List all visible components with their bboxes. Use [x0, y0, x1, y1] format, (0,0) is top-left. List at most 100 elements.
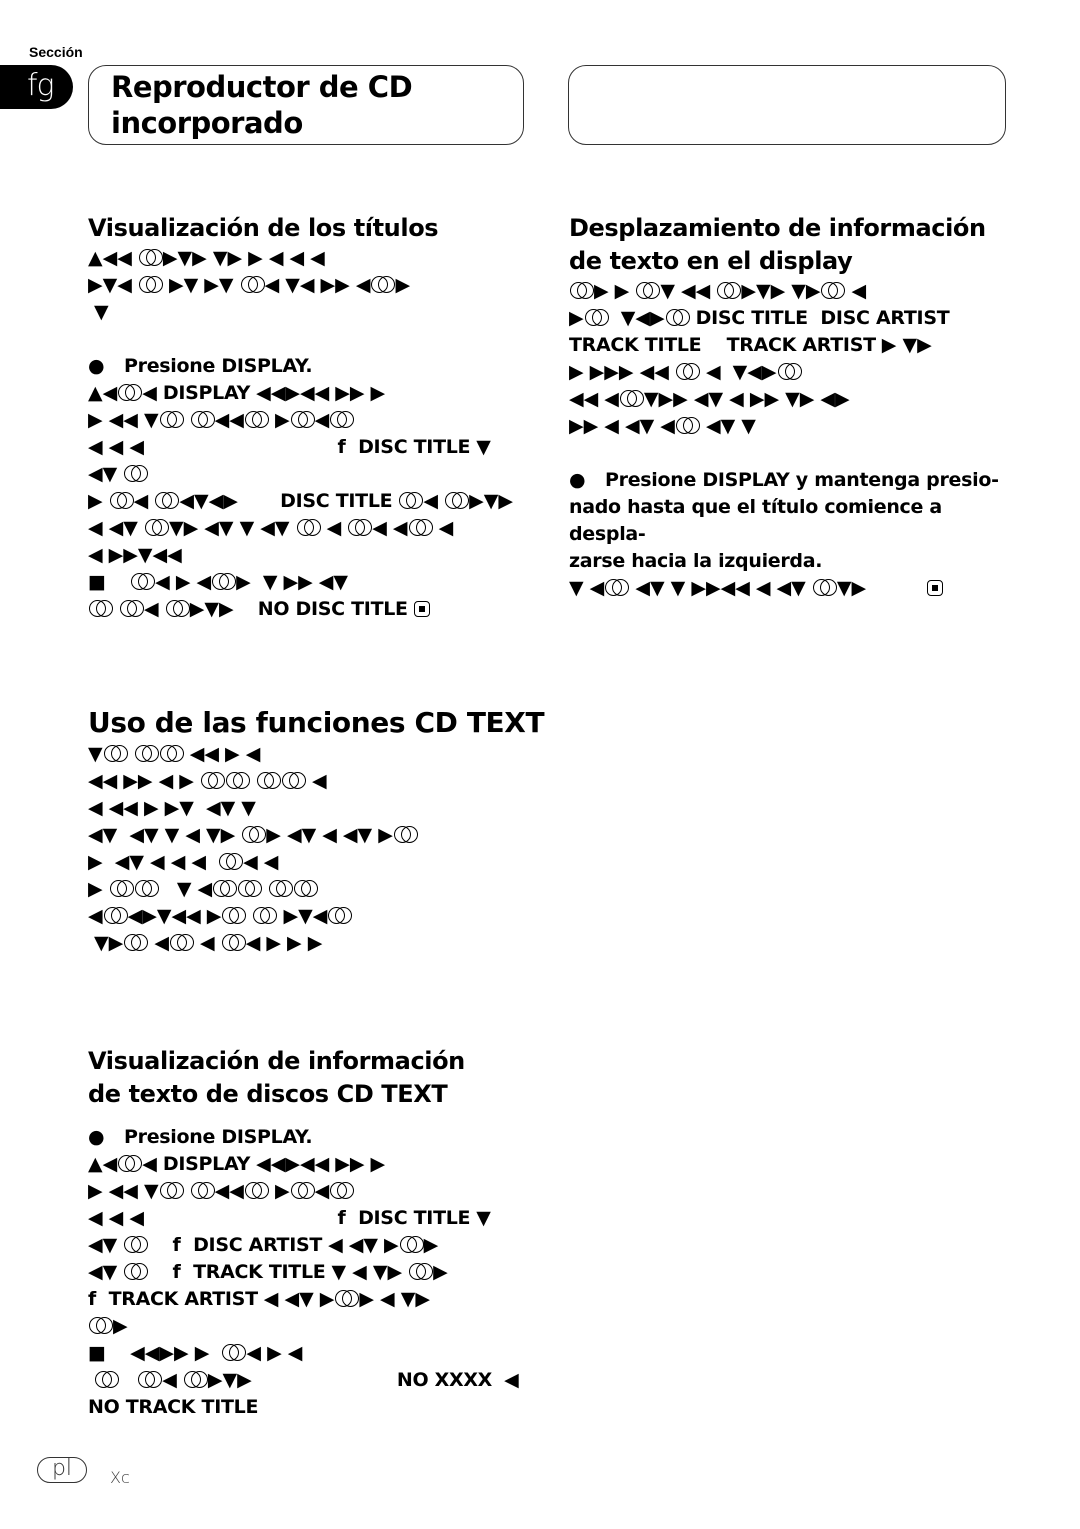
double-circle-glyph [334, 1290, 360, 1307]
double-circle-glyph [94, 1371, 120, 1388]
double-circle-glyph [134, 880, 159, 897]
section-label: Sección [29, 44, 83, 60]
text-line: ◀◀ ◀ ▼▶▶ ◀▼ ◀ ▶▶ ▼▶ ◀▶ [569, 388, 850, 410]
section-number-tab: fg [0, 65, 73, 109]
double-circle-glyph [123, 1263, 149, 1280]
double-circle-glyph [123, 1236, 149, 1253]
section-heading: Desplazamiento de información de texto e… [569, 212, 1009, 278]
double-circle-glyph [138, 249, 163, 266]
double-circle-glyph [569, 282, 594, 299]
double-circle-glyph [675, 363, 700, 380]
text-line: ▼ ◀ ◀▼ ▼ ▶▶◀◀ ◀ ◀▼ ▼▶ [569, 575, 1009, 602]
bold-term: f DISC ARTIST [172, 1234, 323, 1256]
double-circle-glyph [212, 880, 238, 897]
double-circle-glyph [154, 492, 180, 509]
end-mark-icon [413, 601, 430, 617]
text-line: ▶ [88, 1313, 548, 1340]
double-circle-glyph [716, 282, 742, 299]
double-circle-glyph [88, 600, 113, 617]
language-badge: pl [37, 1457, 87, 1483]
step-instruction: ● Presione DISPLAY y mantenga presio- nad… [569, 467, 1009, 575]
double-circle-glyph [290, 411, 315, 428]
section-heading-line1: Visualización de información [88, 1047, 465, 1075]
text-line: TRACK TITLE TRACK ARTIST ▶ ▼▶ [569, 334, 932, 356]
double-circle-glyph [820, 282, 846, 299]
text-line: NO TRACK TITLE [88, 1394, 548, 1421]
double-circle-glyph [211, 573, 237, 590]
double-circle-glyph [244, 1182, 269, 1199]
double-circle-glyph [130, 573, 156, 590]
section-cd-text-display: Visualización de información de texto de… [88, 1045, 548, 1421]
step-instruction: ● Presione DISPLAY. [88, 1124, 548, 1151]
double-circle-glyph [290, 1182, 315, 1199]
bold-term: NO XXXX [396, 1369, 493, 1391]
bold-term: DISC TITLE [280, 490, 393, 512]
section-titles-display: Visualización de los títulos ▲◀◀ ▶▼▶ ▼▶ … [88, 212, 548, 623]
double-circle-glyph [256, 772, 281, 789]
step-text: Presione DISPLAY. [124, 355, 313, 377]
intro-text: ▶ ▶ ▼ ◀◀ ▶▼▶ ▼▶ ◀ ▶ ▼◀▶ DISC TITLE DISC A… [569, 278, 1009, 440]
text-line: f TRACK ARTIST ◀ ◀▼ ▶ ▶ ◀ ▼▶ [88, 1288, 430, 1310]
step-text: Presione DISPLAY. [124, 1126, 313, 1148]
text-line: ▶ ◀▼ ◀ ◀ ◀ ◀ ◀ [88, 851, 279, 873]
end-mark-icon [926, 580, 943, 596]
double-circle-glyph [123, 465, 149, 482]
double-circle-glyph [117, 1155, 143, 1172]
text-line: ▲◀ ◀ DISPLAY ◀◀▶◀◀ ▶▶ ▶ [88, 1153, 386, 1175]
text-line: ■ ◀◀▶▶ ▶ ◀ ▶ ◀ [88, 1342, 303, 1364]
step-text-line2: nado hasta que el título comience a desp… [569, 496, 942, 545]
double-circle-glyph [296, 519, 321, 536]
text-line: ◀▼ [88, 461, 548, 488]
bold-term: TRACK TITLE TRACK ARTIST [569, 334, 876, 356]
double-circle-glyph [327, 907, 353, 924]
text-line: ▶ ◀◀ ▼ ◀◀ ▶ ◀ [88, 1178, 548, 1205]
double-circle-glyph [293, 880, 319, 897]
double-circle-glyph [329, 411, 355, 428]
text-line: ▶▶ ◀ ◀▼ ◀ ◀▼ ▼ [569, 415, 756, 437]
bold-term: DISPLAY [162, 1153, 251, 1175]
step-text-line3: zarse hacia la izquierda. [569, 550, 823, 572]
text-line: ▼ ◀◀ ▶ ◀ [88, 743, 261, 765]
text-line: ▶ ▼ ◀ [88, 876, 548, 903]
text-line: ◀ ◀ ◀ f DISC TITLE ▼ [88, 436, 491, 458]
double-circle-glyph [109, 492, 134, 509]
text-line: ◀ ▶▼▶ NO XXXX ◀ [88, 1367, 548, 1394]
page-number: Xc [110, 1468, 130, 1487]
double-circle-glyph [221, 1344, 247, 1361]
section-heading-line1: Desplazamiento de información [569, 214, 986, 242]
double-circle-glyph [240, 276, 265, 293]
intro-text: ▲◀◀ ▶▼▶ ▼▶ ▶ ◀ ◀ ◀ ▶▼◀ ▶▼ ▶▼ ◀ ▼◀ ▶▶ ◀ ▶ ▼ [88, 245, 548, 326]
text-line: ◀ ◀ ◀ f DISC TITLE ▼ [88, 1207, 491, 1229]
text-line: ◀ ◀▶▼◀◀ ▶ ▶▼◀ [88, 903, 548, 930]
section-heading: Visualización de los títulos [88, 214, 439, 242]
double-circle-glyph [137, 1371, 163, 1388]
double-circle-glyph [221, 907, 247, 924]
section-scroll-text: Desplazamiento de información de texto e… [569, 212, 1009, 602]
double-circle-glyph [123, 934, 149, 951]
double-circle-glyph [237, 880, 263, 897]
text-line: ◀◀ ▶▶ ◀ ▶ ◀ [88, 770, 327, 792]
text-line: ▼▶ ◀ ◀ ◀ ▶ ▶ ▶ [94, 932, 323, 954]
double-circle-glyph [398, 492, 424, 509]
body-text: ▼ ◀◀ ▶ ◀ ◀◀ ▶▶ ◀ ▶ ◀ ◀ ◀◀ ▶ ▶▼ ◀▼ ▼ ◀▼ ◀▼ ▼… [88, 741, 548, 957]
double-circle-glyph [329, 1182, 355, 1199]
section-cd-text: Uso de las funciones CD TEXT ▼ ◀◀ ▶ ◀ ◀◀ … [88, 705, 548, 957]
double-circle-glyph [619, 390, 644, 407]
double-circle-glyph [408, 519, 433, 536]
text-line: ◀ ▶▶▼◀◀ [88, 544, 182, 566]
step-description: ▼ ◀ ◀▼ ▼ ▶▶◀◀ ◀ ◀▼ ▼▶ [569, 575, 1009, 602]
text-line: ◀▼ f TRACK TITLE ▼ ◀ ▼▶ ▶ [88, 1261, 448, 1283]
double-circle-glyph [103, 907, 128, 924]
text-line: ◀ ▶▼▶ NO DISC TITLE [88, 596, 548, 623]
bullet-icon: ● [569, 469, 586, 491]
double-circle-glyph [777, 363, 802, 380]
text-line: ▲◀ ◀ DISPLAY ◀◀▶◀◀ ▶▶ ▶ [88, 382, 386, 404]
double-circle-glyph [218, 853, 244, 870]
text-line: ▲◀◀ ▶▼▶ ▼▶ ▶ ◀ ◀ ◀ [88, 247, 325, 269]
double-circle-glyph [159, 411, 184, 428]
step-description: ▲◀ ◀ DISPLAY ◀◀▶◀◀ ▶▶ ▶ ▶ ◀◀ ▼ ◀◀ ▶ ◀ ◀ ◀ ◀ … [88, 1151, 548, 1421]
chapter-title-line2: incorporado [111, 106, 303, 140]
double-circle-glyph [159, 745, 184, 762]
double-circle-glyph [393, 826, 418, 843]
double-circle-glyph [665, 309, 690, 326]
